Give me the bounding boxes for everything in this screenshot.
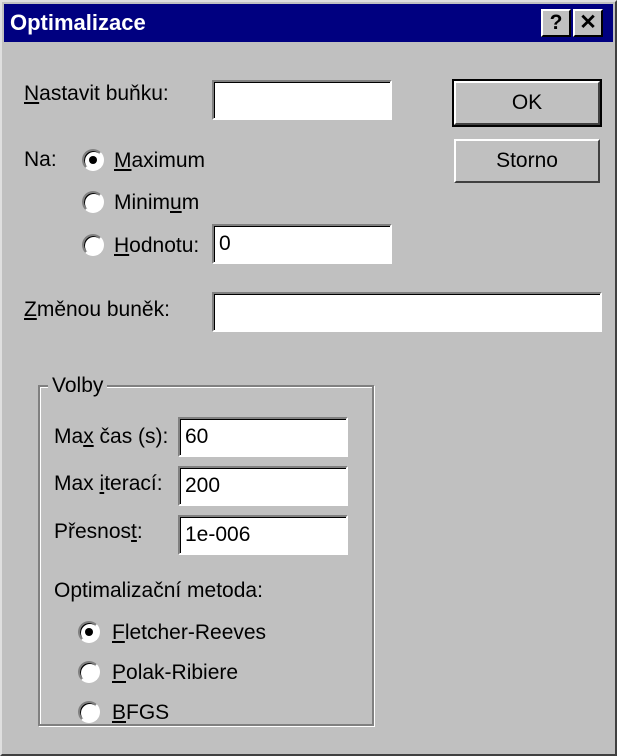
title-bar: Optimalizace ? ✕ (4, 4, 613, 42)
cancel-button-label: Storno (496, 149, 558, 172)
help-icon: ? (549, 11, 563, 34)
polak-ribiere-label[interactable]: Polak-Ribiere (112, 661, 238, 685)
method-label: Optimalizační metoda: (54, 579, 263, 602)
value-of-label[interactable]: Hodnotu: (114, 234, 199, 258)
max-iterations-label: Max iterací: (54, 472, 163, 495)
bfgs-radio[interactable] (78, 701, 100, 723)
optimization-dialog: Optimalizace ? ✕ Nastavit buňku: OK Stor… (0, 0, 617, 756)
close-icon: ✕ (579, 11, 597, 34)
help-button[interactable]: ? (541, 9, 571, 37)
fletcher-reeves-radio[interactable] (78, 621, 100, 643)
max-time-input[interactable]: 60 (178, 417, 348, 457)
changing-cells-input[interactable] (212, 292, 602, 332)
fletcher-reeves-label[interactable]: Fletcher-Reeves (112, 621, 266, 645)
max-time-label: Max čas (s): (54, 425, 169, 448)
bfgs-label[interactable]: BFGS (112, 701, 169, 725)
precision-input[interactable]: 1e-006 (178, 515, 348, 555)
maximum-label[interactable]: Maximum (114, 149, 205, 173)
value-of-radio[interactable] (82, 234, 104, 256)
maximum-radio[interactable] (82, 149, 104, 171)
close-button[interactable]: ✕ (573, 9, 603, 37)
minimum-label[interactable]: Minimum (114, 191, 199, 215)
precision-label: Přesnost: (54, 520, 143, 543)
changing-cells-label: Změnou buněk: (24, 298, 170, 321)
radio-selected-dot (89, 156, 97, 164)
polak-ribiere-radio[interactable] (78, 661, 100, 683)
max-iterations-input[interactable]: 200 (178, 466, 348, 506)
ok-button-label: OK (511, 91, 543, 114)
radio-selected-dot (85, 628, 93, 636)
target-cell-label: Nastavit buňku: (24, 82, 169, 105)
to-label: Na: (24, 148, 57, 171)
options-group-title: Volby (48, 374, 108, 398)
cancel-button[interactable]: Storno (454, 139, 600, 183)
value-of-input[interactable]: 0 (212, 224, 392, 264)
target-cell-input[interactable] (212, 80, 392, 120)
minimum-radio[interactable] (82, 191, 104, 213)
dialog-title: Optimalizace (10, 10, 146, 35)
ok-button[interactable]: OK (452, 79, 602, 127)
